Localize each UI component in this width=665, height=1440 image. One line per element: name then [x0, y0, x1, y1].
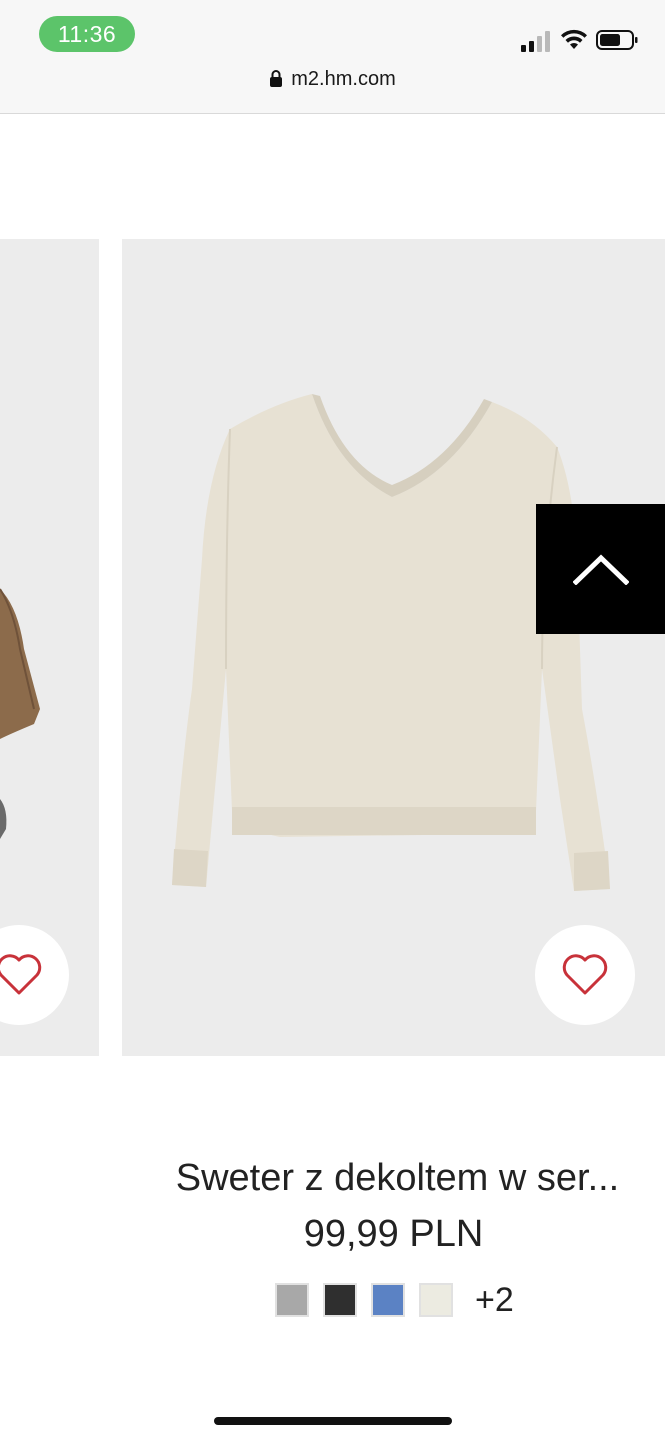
- heart-icon: [562, 954, 608, 995]
- heart-icon: [0, 954, 42, 995]
- color-swatch[interactable]: [371, 1283, 405, 1317]
- home-indicator: [214, 1417, 452, 1425]
- color-swatches: +2: [275, 1281, 514, 1320]
- browser-status-bar: 11:36 m2.hm.com: [0, 0, 665, 114]
- product-title[interactable]: Sweter z dekoltem w ser...: [130, 1157, 665, 1205]
- product-price: 99,99 PLN: [303, 1213, 484, 1255]
- lock-icon: [270, 69, 283, 87]
- address-bar[interactable]: m2.hm.com: [0, 68, 665, 100]
- color-swatch[interactable]: [323, 1283, 357, 1317]
- chevron-up-icon: [572, 554, 629, 585]
- time-indicator[interactable]: 11:36: [39, 16, 135, 52]
- color-swatch[interactable]: [419, 1283, 453, 1317]
- page-url: m2.hm.com: [291, 68, 396, 91]
- battery-icon: [596, 30, 638, 50]
- add-to-favorites-button[interactable]: [535, 925, 635, 1025]
- more-colors-count[interactable]: +2: [475, 1281, 514, 1320]
- color-swatch[interactable]: [275, 1283, 309, 1317]
- scroll-to-top-button[interactable]: [536, 504, 665, 634]
- wifi-icon: [561, 29, 587, 49]
- cellular-signal-icon: [521, 31, 550, 52]
